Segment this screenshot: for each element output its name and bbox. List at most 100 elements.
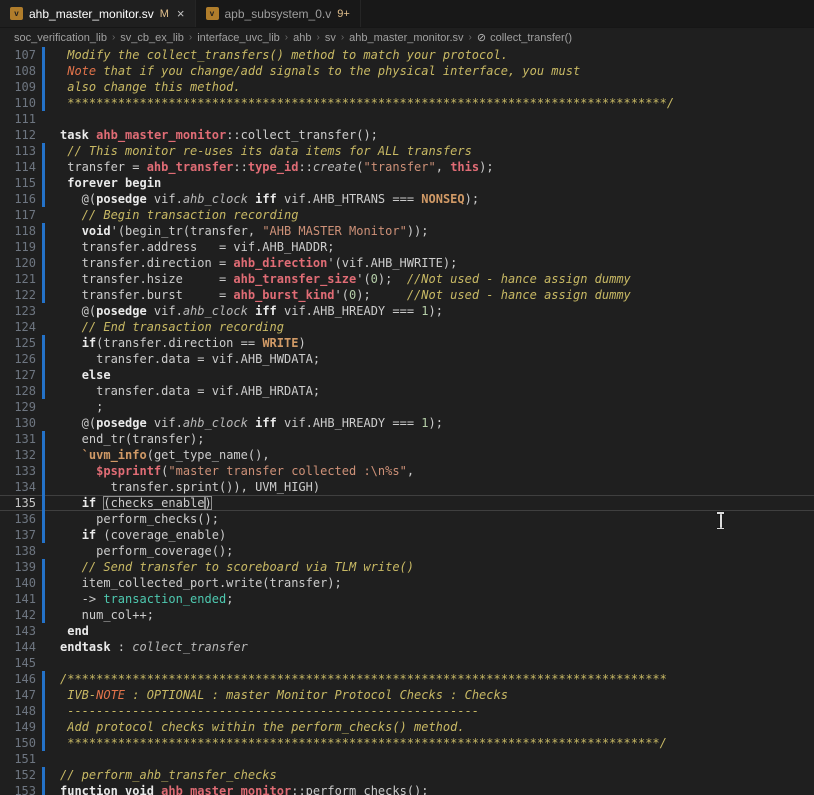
code-text: transfer.direction = ahb_direction'(vif.…: [48, 255, 814, 271]
code-line-148[interactable]: 148 ------------------------------------…: [0, 703, 814, 719]
code-text: Note that if you change/add signals to t…: [48, 63, 814, 79]
code-line-136[interactable]: 136 perform_checks();: [0, 511, 814, 527]
code-line-111[interactable]: 111: [0, 111, 814, 127]
code-line-151[interactable]: 151: [0, 751, 814, 767]
code-line-132[interactable]: 132 `uvm_info(get_type_name(),: [0, 447, 814, 463]
line-number: 110: [0, 95, 36, 111]
code-line-130[interactable]: 130 @(posedge vif.ahb_clock iff vif.AHB_…: [0, 415, 814, 431]
code-text: transfer.address = vif.AHB_HADDR;: [48, 239, 814, 255]
code-line-135[interactable]: 135 if (checks_enable): [0, 495, 814, 511]
breadcrumb-item[interactable]: soc_verification_lib: [14, 32, 107, 44]
line-number: 118: [0, 223, 36, 239]
code-line-128[interactable]: 128 transfer.data = vif.AHB_HRDATA;: [0, 383, 814, 399]
breadcrumb-symbol[interactable]: ⊘collect_transfer(): [477, 31, 572, 44]
code-line-143[interactable]: 143 end: [0, 623, 814, 639]
breadcrumb-item[interactable]: sv_cb_ex_lib: [120, 32, 184, 44]
git-modified-indicator: [36, 671, 48, 687]
code-line-129[interactable]: 129 ;: [0, 399, 814, 415]
line-number: 147: [0, 687, 36, 703]
git-status-badge: M: [160, 8, 169, 20]
git-modified-indicator: [36, 735, 48, 751]
code-line-125[interactable]: 125 if(transfer.direction == WRITE): [0, 335, 814, 351]
code-line-134[interactable]: 134 transfer.sprint()), UVM_HIGH): [0, 479, 814, 495]
line-number: 150: [0, 735, 36, 751]
code-line-127[interactable]: 127 else: [0, 367, 814, 383]
code-line-153[interactable]: 153function void ahb_master_monitor::per…: [0, 783, 814, 795]
gutter-spacer: [36, 623, 48, 639]
git-modified-indicator: [36, 495, 48, 511]
line-number: 141: [0, 591, 36, 607]
code-line-112[interactable]: 112task ahb_master_monitor::collect_tran…: [0, 127, 814, 143]
code-line-150[interactable]: 150 ************************************…: [0, 735, 814, 751]
code-line-116[interactable]: 116 @(posedge vif.ahb_clock iff vif.AHB_…: [0, 191, 814, 207]
code-line-124[interactable]: 124 // End transaction recording: [0, 319, 814, 335]
breadcrumb-item[interactable]: sv: [325, 32, 336, 44]
code-line-108[interactable]: 108 Note that if you change/add signals …: [0, 63, 814, 79]
code-line-123[interactable]: 123 @(posedge vif.ahb_clock iff vif.AHB_…: [0, 303, 814, 319]
gutter-spacer: [36, 751, 48, 767]
line-number: 143: [0, 623, 36, 639]
code-line-141[interactable]: 141 -> transaction_ended;: [0, 591, 814, 607]
close-icon[interactable]: ×: [177, 6, 185, 21]
code-line-142[interactable]: 142 num_col++;: [0, 607, 814, 623]
line-number: 132: [0, 447, 36, 463]
code-text: transfer.burst = ahb_burst_kind'(0); //N…: [48, 287, 814, 303]
code-line-146[interactable]: 146/************************************…: [0, 671, 814, 687]
code-text: item_collected_port.write(transfer);: [48, 575, 814, 591]
code-line-117[interactable]: 117 // Begin transaction recording: [0, 207, 814, 223]
code-line-138[interactable]: 138 perform_coverage();: [0, 543, 814, 559]
line-number: 121: [0, 271, 36, 287]
breadcrumb-item[interactable]: ahb_master_monitor.sv: [349, 32, 463, 44]
code-line-119[interactable]: 119 transfer.address = vif.AHB_HADDR;: [0, 239, 814, 255]
code-line-140[interactable]: 140 item_collected_port.write(transfer);: [0, 575, 814, 591]
code-text: transfer.data = vif.AHB_HRDATA;: [48, 383, 814, 399]
tab-ahb_master_monitor.sv[interactable]: vahb_master_monitor.svM×: [0, 0, 196, 27]
code-line-152[interactable]: 152// perform_ahb_transfer_checks: [0, 767, 814, 783]
tab-apb_subsystem_0.v[interactable]: vapb_subsystem_0.v9+: [196, 0, 361, 27]
git-modified-indicator: [36, 239, 48, 255]
line-number: 151: [0, 751, 36, 767]
code-line-110[interactable]: 110 ************************************…: [0, 95, 814, 111]
code-line-126[interactable]: 126 transfer.data = vif.AHB_HWDATA;: [0, 351, 814, 367]
line-number: 128: [0, 383, 36, 399]
code-line-113[interactable]: 113 // This monitor re-uses its data ite…: [0, 143, 814, 159]
code-line-131[interactable]: 131 end_tr(transfer);: [0, 431, 814, 447]
line-number: 129: [0, 399, 36, 415]
breadcrumb-item[interactable]: ahb: [293, 32, 311, 44]
tab-bar: vahb_master_monitor.svM×vapb_subsystem_0…: [0, 0, 814, 28]
code-line-114[interactable]: 114 transfer = ahb_transfer::type_id::cr…: [0, 159, 814, 175]
code-text: end_tr(transfer);: [48, 431, 814, 447]
git-modified-indicator: [36, 175, 48, 191]
code-text: [48, 111, 814, 127]
line-number: 144: [0, 639, 36, 655]
code-line-137[interactable]: 137 if (coverage_enable): [0, 527, 814, 543]
code-text: perform_checks();: [48, 511, 814, 527]
breadcrumb-item[interactable]: interface_uvc_lib: [197, 32, 280, 44]
git-modified-indicator: [36, 95, 48, 111]
code-line-139[interactable]: 139 // Send transfer to scoreboard via T…: [0, 559, 814, 575]
gutter-spacer: [36, 543, 48, 559]
file-icon: v: [206, 7, 219, 20]
file-icon: v: [10, 7, 23, 20]
code-text: IVB-NOTE : OPTIONAL : master Monitor Pro…: [48, 687, 814, 703]
code-line-115[interactable]: 115 forever begin: [0, 175, 814, 191]
code-line-149[interactable]: 149 Add protocol checks within the perfo…: [0, 719, 814, 735]
code-text: function void ahb_master_monitor::perfor…: [48, 783, 814, 795]
code-line-120[interactable]: 120 transfer.direction = ahb_direction'(…: [0, 255, 814, 271]
line-number: 135: [0, 495, 36, 511]
line-number: 115: [0, 175, 36, 191]
code-line-122[interactable]: 122 transfer.burst = ahb_burst_kind'(0);…: [0, 287, 814, 303]
code-editor[interactable]: 107 Modify the collect_transfers() metho…: [0, 47, 814, 795]
code-text: [48, 655, 814, 671]
code-line-118[interactable]: 118 void'(begin_tr(transfer, "AHB MASTER…: [0, 223, 814, 239]
chevron-right-icon: ›: [112, 32, 115, 43]
code-line-109[interactable]: 109 also change this method.: [0, 79, 814, 95]
code-line-145[interactable]: 145: [0, 655, 814, 671]
code-line-147[interactable]: 147 IVB-NOTE : OPTIONAL : master Monitor…: [0, 687, 814, 703]
code-line-107[interactable]: 107 Modify the collect_transfers() metho…: [0, 47, 814, 63]
code-line-121[interactable]: 121 transfer.hsize = ahb_transfer_size'(…: [0, 271, 814, 287]
line-number: 133: [0, 463, 36, 479]
line-number: 114: [0, 159, 36, 175]
code-line-144[interactable]: 144endtask : collect_transfer: [0, 639, 814, 655]
code-line-133[interactable]: 133 $psprintf("master transfer collected…: [0, 463, 814, 479]
